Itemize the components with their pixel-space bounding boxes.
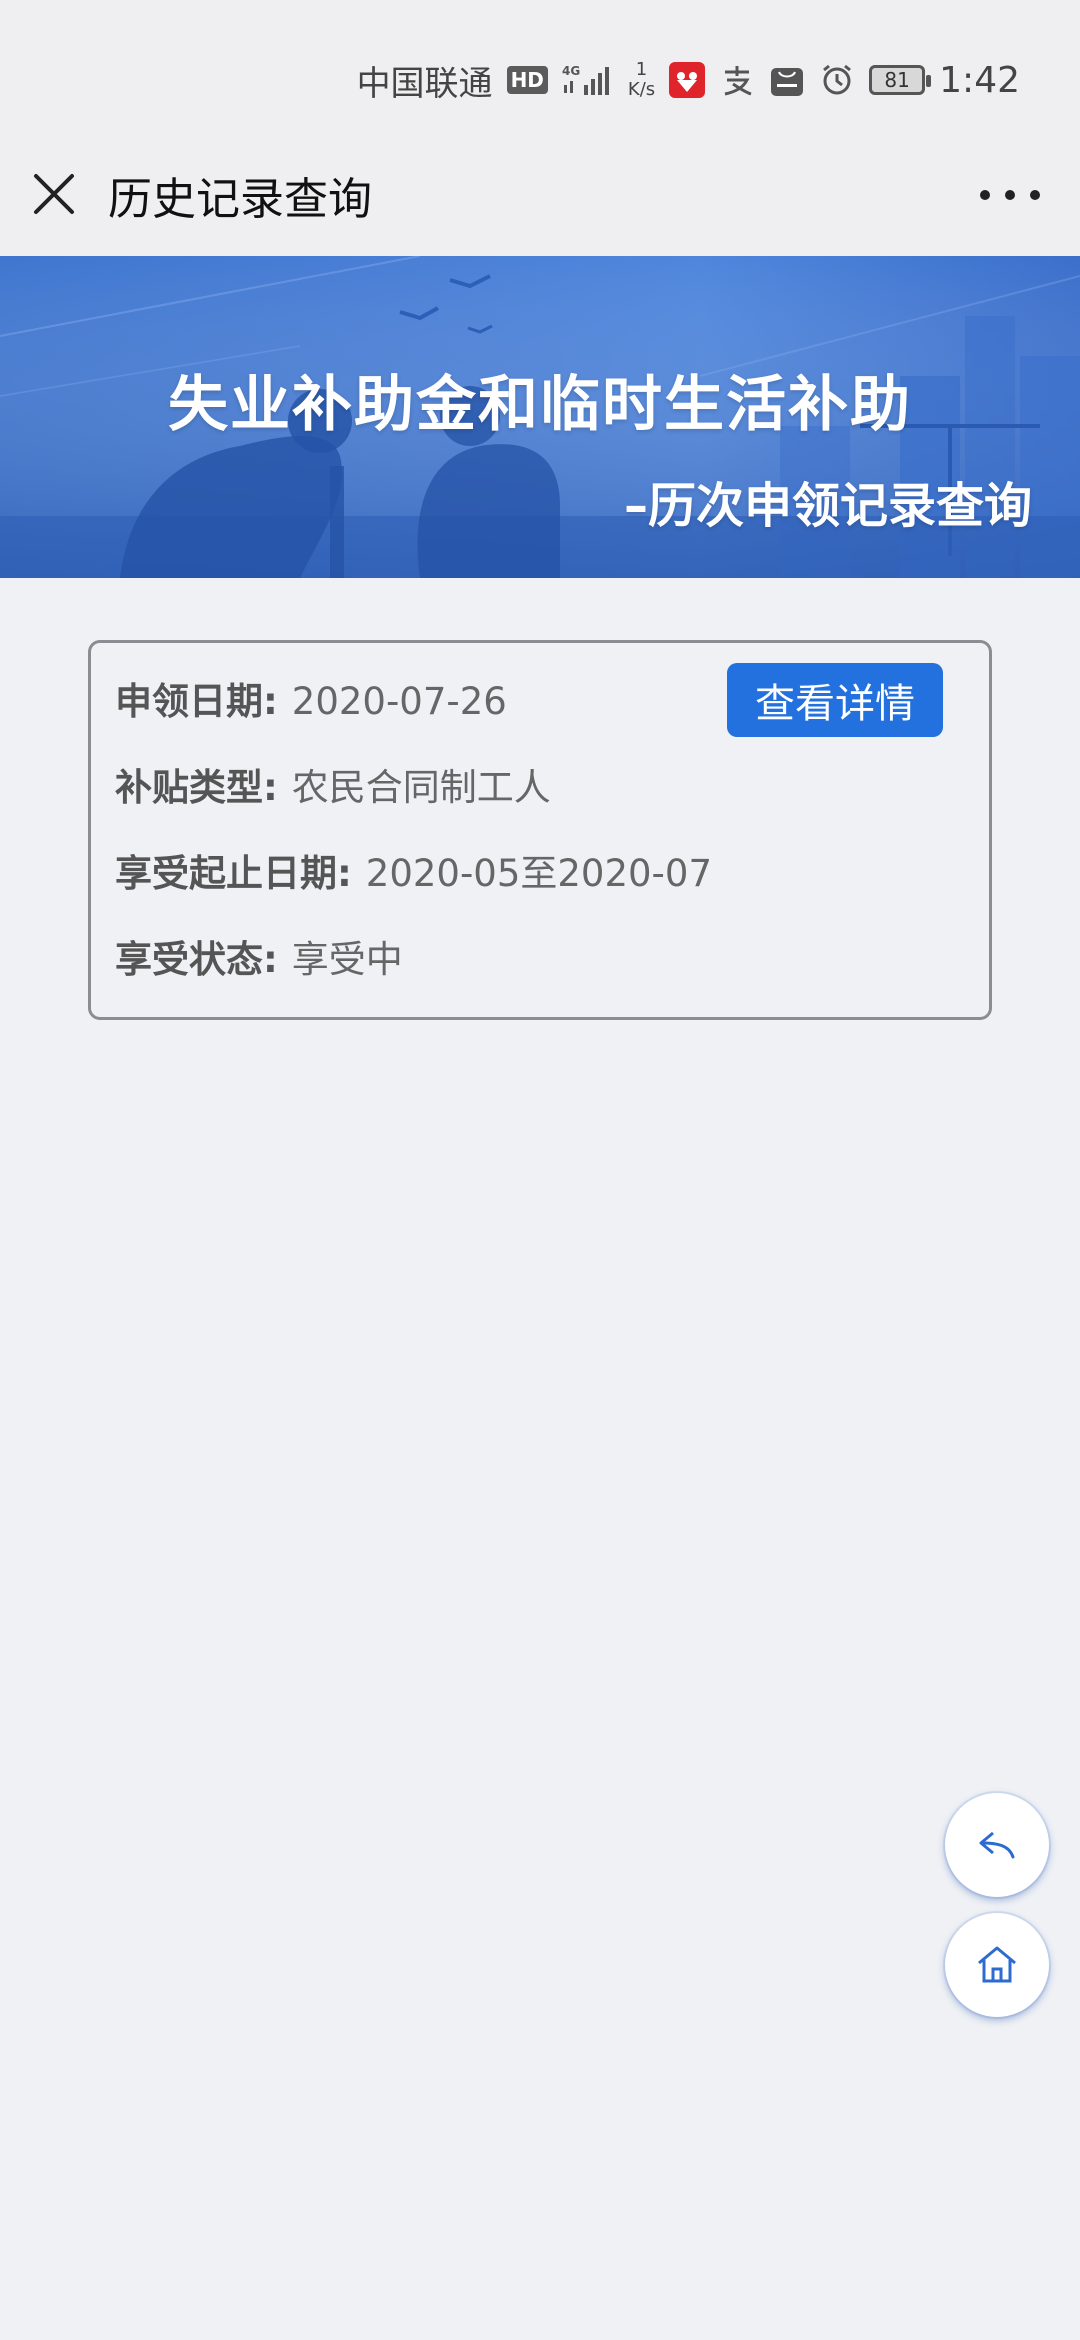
- status-indicators: 中国联通 HD 4G 1 K/s 81 1:42: [357, 55, 1020, 105]
- battery-icon: 81: [869, 65, 932, 95]
- page-title: 历史记录查询: [108, 174, 372, 225]
- more-button[interactable]: [980, 180, 1040, 210]
- close-button[interactable]: [30, 170, 78, 218]
- status-bar: 中国联通 HD 4G 1 K/s 81 1:42: [0, 0, 1080, 150]
- more-icon-dot: [1005, 190, 1015, 200]
- apply-date-value: 2020-07-26: [291, 680, 507, 723]
- alipay-icon: [719, 62, 755, 98]
- status-label: 享受状态:: [115, 938, 278, 981]
- banner-title: 失业补助金和临时生活补助: [168, 370, 912, 440]
- app-notification-icon: [669, 62, 706, 98]
- close-icon: [34, 174, 74, 214]
- banner: 失业补助金和临时生活补助 –历次申领记录查询: [0, 256, 1080, 578]
- speed-unit: K/s: [627, 79, 656, 100]
- back-arrow-icon: [979, 1831, 1015, 1859]
- status-value: 享受中: [291, 938, 403, 981]
- record-card: 申领日期: 2020-07-26 查看详情 补贴类型: 农民合同制工人 享受起止日期…: [88, 640, 992, 1020]
- home-icon: [978, 1946, 1016, 1983]
- banner-subtitle: –历次申领记录查询: [623, 478, 1032, 534]
- period-value: 2020-05至2020-07: [365, 852, 712, 895]
- subsidy-type-label: 补贴类型:: [115, 766, 278, 809]
- alarm-icon: [819, 62, 855, 98]
- carrier-name: 中国联通: [356, 63, 493, 104]
- title-bar: 历史记录查询: [0, 150, 1080, 256]
- network-type: 4G: [562, 64, 580, 78]
- signal-icon: 4G: [562, 63, 614, 97]
- more-icon: [980, 190, 990, 200]
- subsidy-type-value: 农民合同制工人: [291, 766, 551, 809]
- battery-level: 81: [884, 68, 910, 92]
- huawei-store-icon: [769, 62, 805, 98]
- period-label: 享受起止日期:: [115, 852, 352, 895]
- period-row: 享受起止日期: 2020-05至2020-07: [115, 843, 712, 897]
- network-speed: 1 K/s: [628, 60, 655, 100]
- apply-date-row: 申领日期: 2020-07-26: [115, 671, 507, 725]
- clock: 1:42: [939, 59, 1020, 101]
- view-details-button[interactable]: 查看详情: [727, 663, 943, 737]
- subsidy-type-row: 补贴类型: 农民合同制工人: [115, 757, 551, 811]
- apply-date-label: 申领日期:: [115, 680, 278, 723]
- home-button[interactable]: [945, 1913, 1049, 2017]
- speed-value: 1: [635, 59, 648, 80]
- back-button[interactable]: [945, 1793, 1049, 1897]
- hd-badge: HD: [506, 66, 548, 94]
- more-icon-dot: [1030, 190, 1040, 200]
- status-row: 享受状态: 享受中: [115, 929, 403, 983]
